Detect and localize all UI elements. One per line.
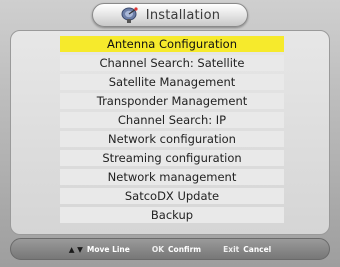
hint-move-line: ▲ ▼ Move Line [69,245,130,254]
installation-menu: Antenna Configuration Channel Search: Sa… [60,36,284,223]
menu-item-backup[interactable]: Backup [60,207,284,223]
menu-item-antenna-configuration[interactable]: Antenna Configuration [60,36,284,52]
menu-item-streaming-configuration[interactable]: Streaming configuration [60,150,284,166]
hint-cancel: Exit Cancel [223,245,271,254]
hint-cancel-label: Cancel [243,244,272,254]
satellite-dish-icon [120,6,140,24]
menu-item-channel-search-ip[interactable]: Channel Search: IP [60,112,284,128]
key-hint-bar: ▲ ▼ Move Line OK Confirm Exit Cancel [10,238,330,260]
hint-confirm: OK Confirm [152,245,201,254]
hint-move-label: Move Line [86,244,130,254]
menu-item-network-configuration[interactable]: Network configuration [60,131,284,147]
menu-item-satellite-management[interactable]: Satellite Management [60,74,284,90]
up-down-arrows-icon: ▲ ▼ [68,244,83,254]
ok-key-icon: OK [151,244,165,254]
menu-item-network-management[interactable]: Network management [60,169,284,185]
menu-item-transponder-management[interactable]: Transponder Management [60,93,284,109]
page-title: Installation [145,7,221,23]
menu-item-channel-search-satellite[interactable]: Channel Search: Satellite [60,55,284,71]
installation-screen: Installation Antenna Configuration Chann… [0,0,340,267]
menu-item-satcodx-update[interactable]: SatcoDX Update [60,188,284,204]
exit-key-icon: Exit [223,244,240,254]
hint-confirm-label: Confirm [168,244,202,254]
title-bar: Installation [92,3,248,27]
